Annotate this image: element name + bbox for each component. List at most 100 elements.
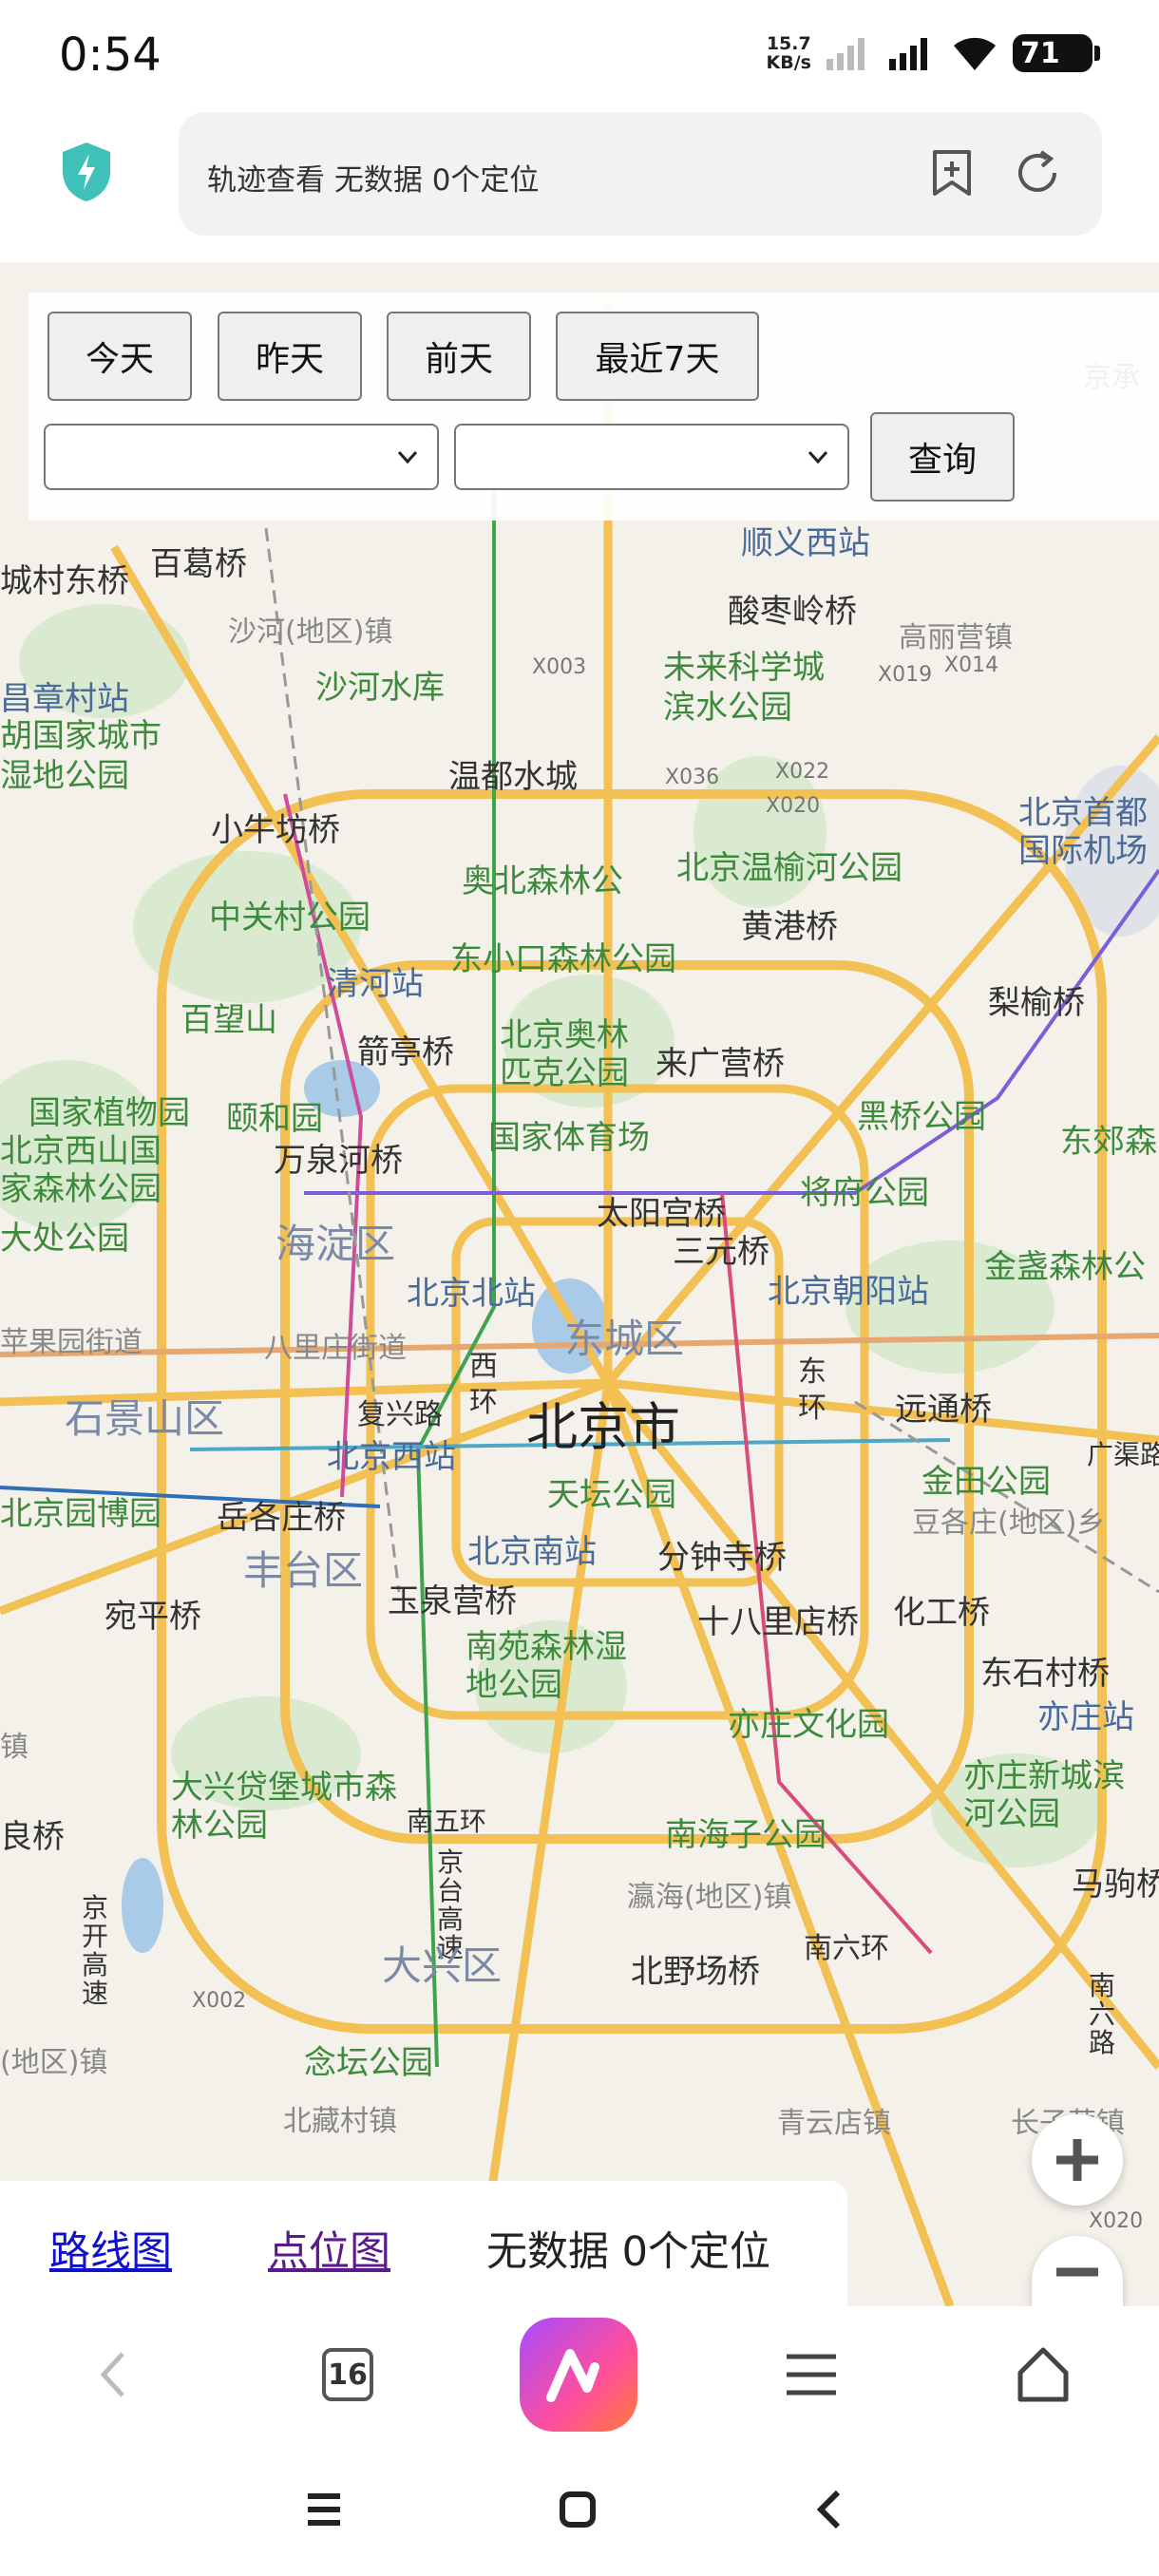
map-label: 金田公园 <box>922 1463 1051 1501</box>
home-button[interactable] <box>1003 2335 1083 2415</box>
map-label: 颐和园 <box>226 1100 323 1138</box>
zoom-in-button[interactable] <box>1032 2114 1123 2206</box>
system-nav-bar <box>0 2443 1159 2576</box>
map-label: 化工桥 <box>893 1594 990 1632</box>
map-label: 南苑森林湿地公园 <box>466 1628 627 1704</box>
map-label: 北京首都国际机场 <box>1018 794 1148 870</box>
map-label: 青云店镇 <box>777 2107 891 2140</box>
plus-icon <box>1056 2139 1098 2181</box>
map-view[interactable]: 顺义西站 酸枣岭桥 高丽营镇 城村东桥 百葛桥 沙河(地区)镇 沙河水库 未来科… <box>0 262 1159 2306</box>
status-bar: 0:54 15.7 KB/s 71 <box>0 0 1159 112</box>
menu-icon <box>787 2354 836 2396</box>
map-label: 远通桥 <box>895 1391 992 1429</box>
map-label: 石景山区 <box>65 1395 225 1442</box>
chevron-left-icon <box>100 2352 124 2397</box>
address-bar[interactable]: 轨迹查看 无数据 0个定位 <box>179 112 1102 236</box>
map-label: 梨榆桥 <box>988 984 1085 1022</box>
signal-icon <box>889 38 927 70</box>
browser-logo-button[interactable] <box>520 2318 637 2432</box>
map-label: 北京奥林匹克公园 <box>500 1016 629 1092</box>
map-label: 亦庄站 <box>1037 1698 1134 1736</box>
address-text[interactable]: 轨迹查看 无数据 0个定位 <box>207 156 539 199</box>
map-label: 东小口森林公园 <box>450 940 676 978</box>
recent-apps-icon[interactable] <box>304 2491 344 2529</box>
today-button[interactable]: 今天 <box>48 312 192 401</box>
map-label: 北京南站 <box>467 1533 597 1571</box>
map-label: 沙河水库 <box>315 669 445 707</box>
map-label: 亦庄新城滨河公园 <box>963 1757 1125 1833</box>
map-label: 北京西山国家森林公园 <box>0 1132 162 1208</box>
map-label: 昌章村站 <box>0 680 129 718</box>
map-label: 天坛公园 <box>547 1476 676 1514</box>
map-label: 顺义西站 <box>741 524 870 562</box>
map-label: 百望山 <box>180 1001 277 1039</box>
track-info-bar: 路线图 点位图 无数据 0个定位 <box>0 2181 847 2306</box>
browser-address-area: 轨迹查看 无数据 0个定位 <box>0 112 1159 262</box>
map-label: 南六路 <box>1089 1970 1116 2058</box>
map-label: X019 <box>878 663 933 687</box>
network-speed: 15.7 KB/s <box>767 34 811 72</box>
map-label: 北京市 <box>526 1397 680 1457</box>
map-label: 万泉河桥 <box>274 1142 403 1180</box>
map-label: 三元桥 <box>673 1233 770 1271</box>
map-label: 黑桥公园 <box>857 1098 986 1136</box>
map-label: 清河站 <box>327 965 424 1003</box>
tabs-button[interactable]: 16 <box>308 2335 388 2415</box>
map-label: X020 <box>766 794 821 818</box>
map-label: 北京温榆河公园 <box>676 849 902 887</box>
map-label: X002 <box>192 1989 247 2013</box>
shield-icon[interactable] <box>59 141 114 203</box>
query-button[interactable]: 查询 <box>870 412 1015 502</box>
map-label: 黄港桥 <box>741 908 838 946</box>
map-label: 八里庄街道 <box>264 1332 407 1365</box>
map-label: 箭亭桥 <box>357 1033 454 1071</box>
map-label: 京开高速 <box>82 1892 109 2009</box>
menu-button[interactable] <box>771 2335 851 2415</box>
map-label: 大兴区 <box>382 1942 503 1989</box>
map-label: X022 <box>775 760 830 784</box>
app-logo-icon <box>546 2349 599 2402</box>
map-label: 大兴贷堡城市森林公园 <box>171 1769 397 1845</box>
map-label: 北藏村镇 <box>283 2105 397 2138</box>
status-icons: 15.7 KB/s 71 <box>767 34 1100 72</box>
map-label: 中关村公园 <box>209 899 370 937</box>
map-label: 海淀区 <box>276 1221 396 1267</box>
map-label: X014 <box>944 653 999 677</box>
map-label: 南海子公园 <box>665 1816 826 1854</box>
route-map-link[interactable]: 路线图 <box>49 2219 172 2278</box>
map-label: 岳各庄桥 <box>217 1499 346 1537</box>
map-label: 十八里店桥 <box>697 1603 859 1641</box>
map-label: 苹果园街道 <box>0 1326 142 1359</box>
map-label: 沙河(地区)镇 <box>228 616 393 649</box>
map-label: 玉泉营桥 <box>388 1582 517 1620</box>
map-label: 北野场桥 <box>631 1953 760 1991</box>
add-bookmark-icon[interactable] <box>925 146 978 199</box>
yesterday-button[interactable]: 昨天 <box>218 312 362 401</box>
map-label: 酸枣岭桥 <box>728 593 857 631</box>
map-label: 分钟寺桥 <box>657 1539 787 1577</box>
map-label: 宛平桥 <box>104 1598 201 1636</box>
map-label: 国家植物园 <box>28 1094 190 1132</box>
back-nav-icon[interactable] <box>809 2487 847 2532</box>
map-label: 豆各庄(地区)乡 <box>912 1506 1106 1540</box>
wifi-icon <box>954 37 996 70</box>
start-select[interactable] <box>44 424 439 490</box>
map-label: 镇 <box>0 1731 28 1764</box>
points-map-link[interactable]: 点位图 <box>268 2219 390 2278</box>
day-before-button[interactable]: 前天 <box>387 312 531 401</box>
map-label: 温都水城 <box>448 758 578 796</box>
refresh-icon[interactable] <box>1011 146 1064 199</box>
map-label: 东环 <box>798 1355 826 1425</box>
end-select[interactable] <box>454 424 849 490</box>
home-icon <box>1017 2347 1069 2402</box>
map-label: 东郊森 <box>1060 1123 1157 1161</box>
map-label: 未来科学城滨水公园 <box>663 649 825 727</box>
back-button[interactable] <box>74 2335 154 2415</box>
battery-icon: 71 <box>1013 34 1100 72</box>
map-label: 将府公园 <box>800 1174 929 1212</box>
last-7-days-button[interactable]: 最近7天 <box>556 312 759 401</box>
mobile-data-icon <box>826 38 864 70</box>
chevron-down-icon <box>808 450 828 464</box>
map-label: 北京园博园 <box>0 1495 162 1533</box>
home-nav-icon[interactable] <box>557 2489 598 2530</box>
